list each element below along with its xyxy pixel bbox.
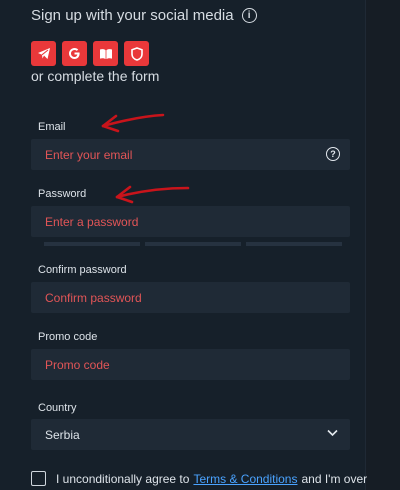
social-signup-heading: Sign up with your social media i bbox=[31, 7, 257, 24]
country-selected-value: Serbia bbox=[45, 427, 80, 442]
terms-prefix: I unconditionally agree to bbox=[56, 471, 190, 486]
country-select[interactable]: Serbia bbox=[31, 419, 350, 450]
email-field-container: ? bbox=[31, 139, 350, 170]
promo-code-label: Promo code bbox=[38, 331, 98, 343]
password-field[interactable] bbox=[45, 214, 315, 229]
terms-link[interactable]: Terms & Conditions bbox=[193, 472, 297, 486]
info-icon[interactable]: i bbox=[241, 8, 257, 23]
chevron-down-icon bbox=[327, 429, 338, 437]
telegram-icon bbox=[37, 48, 50, 59]
terms-suffix: and I'm over bbox=[301, 471, 368, 486]
shield-button[interactable] bbox=[124, 41, 149, 66]
google-icon bbox=[69, 48, 80, 59]
right-panel-edge bbox=[365, 0, 400, 490]
annotation-arrow-password bbox=[115, 185, 190, 204]
terms-checkbox[interactable] bbox=[31, 471, 46, 486]
alt-signup-text: or complete the form bbox=[31, 68, 160, 84]
promo-code-field[interactable] bbox=[45, 357, 315, 372]
help-icon[interactable]: ? bbox=[326, 147, 340, 161]
social-buttons bbox=[31, 41, 149, 66]
annotation-arrow-email bbox=[101, 113, 165, 133]
google-button[interactable] bbox=[62, 41, 87, 66]
password-field-container bbox=[31, 206, 350, 237]
strength-segment bbox=[246, 242, 342, 246]
email-label: Email bbox=[38, 121, 66, 133]
social-signup-title: Sign up with your social media bbox=[31, 7, 234, 24]
promo-code-field-container bbox=[31, 349, 350, 380]
password-strength-meter bbox=[44, 242, 342, 246]
strength-segment bbox=[44, 242, 140, 246]
country-label: Country bbox=[38, 402, 77, 414]
confirm-password-field[interactable] bbox=[45, 290, 315, 305]
terms-text: I unconditionally agree to Terms & Condit… bbox=[56, 472, 367, 486]
email-field[interactable] bbox=[45, 147, 315, 162]
shield-icon bbox=[130, 46, 143, 61]
confirm-password-label: Confirm password bbox=[38, 264, 127, 276]
terms-agreement: I unconditionally agree to Terms & Condit… bbox=[31, 471, 367, 486]
confirm-password-field-container bbox=[31, 282, 350, 313]
book-icon bbox=[99, 48, 112, 59]
book-button[interactable] bbox=[93, 41, 118, 66]
strength-segment bbox=[145, 242, 241, 246]
password-label: Password bbox=[38, 188, 87, 200]
telegram-button[interactable] bbox=[31, 41, 56, 66]
